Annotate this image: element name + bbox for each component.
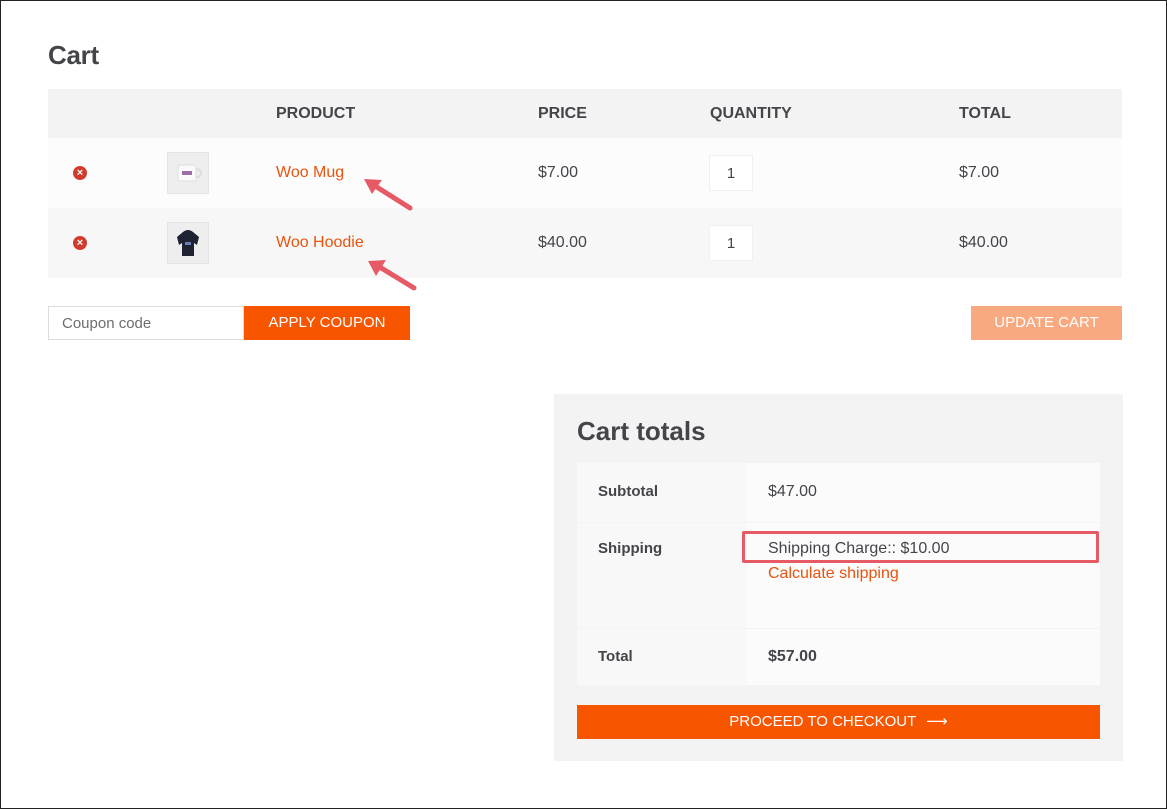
divider: [577, 522, 1100, 523]
product-thumbnail-mug[interactable]: [167, 152, 209, 194]
product-subtotal: $40.00: [959, 234, 1008, 251]
calculate-shipping-link[interactable]: Calculate shipping: [768, 565, 899, 583]
hoodie-icon: [177, 230, 199, 256]
mug-icon: [177, 164, 203, 182]
annotation-arrow-icon: [364, 179, 413, 211]
checkout-label: PROCEED TO CHECKOUT: [729, 713, 916, 730]
update-cart-button[interactable]: UPDATE CART: [971, 306, 1122, 340]
cart-table: PRODUCT PRICE QUANTITY TOTAL × Woo Mug $…: [48, 89, 1122, 278]
product-link-woo-hoodie[interactable]: Woo Hoodie: [276, 208, 364, 278]
total-label: Total: [598, 648, 633, 665]
shipping-label: Shipping: [598, 540, 663, 557]
coupon-code-input[interactable]: [48, 306, 244, 340]
header-quantity: QUANTITY: [710, 105, 792, 122]
remove-item-icon[interactable]: ×: [73, 236, 87, 250]
product-link-woo-mug[interactable]: Woo Mug: [276, 138, 344, 208]
proceed-to-checkout-button[interactable]: PROCEED TO CHECKOUT ⟶: [577, 705, 1100, 739]
annotation-arrow-icon: [368, 260, 417, 291]
divider: [577, 628, 1100, 629]
subtotal-label: Subtotal: [598, 483, 658, 500]
header-total: TOTAL: [959, 105, 1011, 122]
header-product: PRODUCT: [276, 105, 356, 122]
table-row: × Woo Mug $7.00 $7.00: [48, 138, 1122, 208]
product-subtotal: $7.00: [959, 164, 1000, 181]
subtotal-value: $47.00: [768, 483, 817, 500]
annotation-highlight-box: [742, 531, 1099, 563]
page-title: Cart: [48, 40, 99, 70]
quantity-input[interactable]: [709, 225, 753, 261]
quantity-input[interactable]: [709, 155, 753, 191]
table-row: × Woo Hoodie $40.00 $40.00: [48, 208, 1122, 278]
product-price: $7.00: [538, 164, 579, 181]
apply-coupon-button[interactable]: APPLY COUPON: [244, 306, 410, 340]
header-price: PRICE: [538, 105, 587, 122]
total-value: $57.00: [768, 648, 817, 665]
cart-totals-panel: Cart totals Subtotal $47.00 Shipping Shi…: [554, 394, 1123, 761]
product-thumbnail-hoodie[interactable]: [167, 222, 209, 264]
arrow-right-icon: ⟶: [926, 713, 948, 730]
remove-item-icon[interactable]: ×: [73, 166, 87, 180]
cart-totals-title: Cart totals: [577, 416, 706, 446]
table-header: PRODUCT PRICE QUANTITY TOTAL: [48, 89, 1122, 138]
product-price: $40.00: [538, 234, 587, 251]
